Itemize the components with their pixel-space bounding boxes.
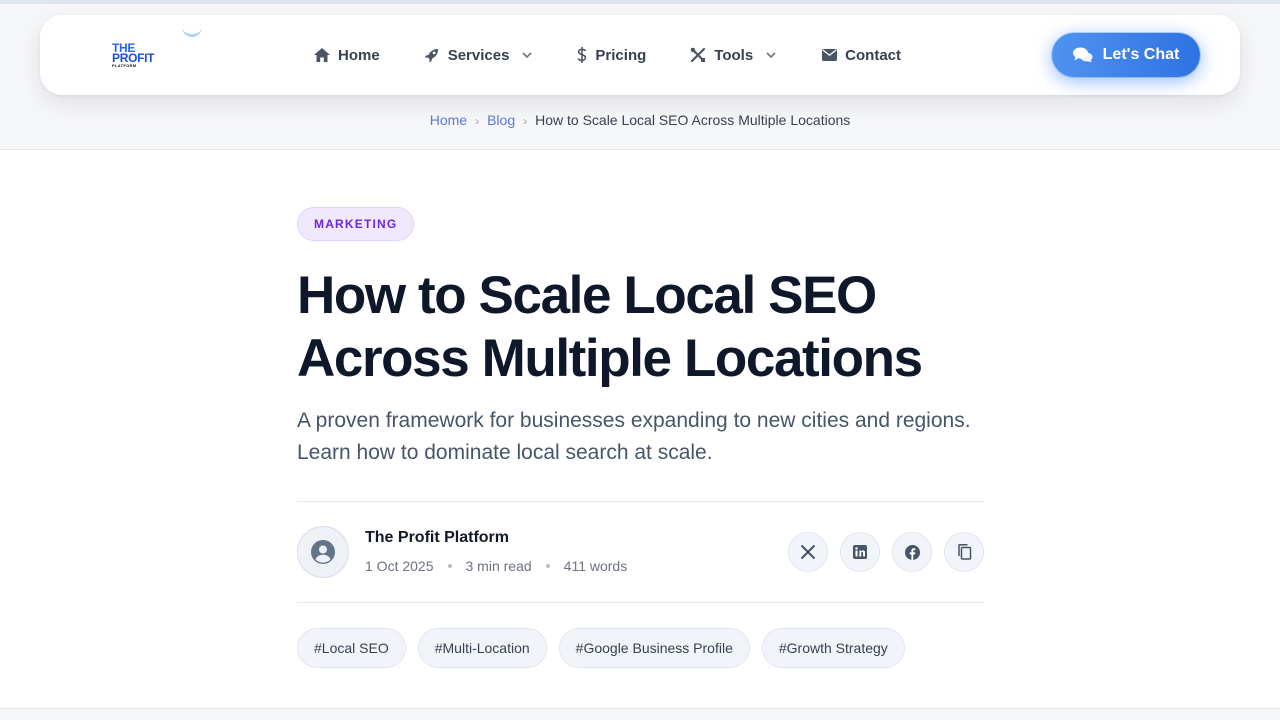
breadcrumb-current: How to Scale Local SEO Across Multiple L… [535, 112, 851, 128]
tag-multi-location[interactable]: #Multi-Location [417, 628, 547, 668]
lets-chat-label: Let's Chat [1102, 46, 1180, 63]
navbar: THE PROFIT PLATFORM Home Services Pricin… [40, 15, 1240, 95]
tag-list: #Local SEO #Multi-Location #Google Busin… [297, 628, 917, 668]
copy-icon [957, 544, 971, 560]
lets-chat-button[interactable]: Let's Chat [1052, 33, 1200, 77]
logo-decoration [182, 25, 202, 37]
tag-local-seo[interactable]: #Local SEO [297, 628, 406, 668]
meta-separator [447, 564, 452, 568]
nav-label-contact: Contact [845, 46, 902, 64]
chevron-down-icon [521, 49, 533, 61]
home-icon [314, 47, 330, 63]
author-row: The Profit Platform 1 Oct 2025 3 min rea… [297, 526, 984, 578]
x-icon [800, 544, 816, 560]
nav-label-pricing: Pricing [595, 46, 647, 64]
nav-label-services: Services [447, 46, 510, 64]
breadcrumb-blog[interactable]: Blog [487, 112, 515, 128]
article-subtitle: A proven framework for businesses expand… [297, 409, 971, 464]
nav-item-home[interactable]: Home [314, 47, 380, 64]
chat-bubbles-icon [1072, 47, 1093, 63]
word-count: 411 words [563, 558, 628, 574]
article-title: How to Scale Local SEO Across Multiple L… [297, 266, 923, 388]
share-x-button[interactable] [788, 532, 828, 572]
nav-item-pricing[interactable]: Pricing [577, 47, 646, 64]
nav-item-services[interactable]: Services [424, 47, 534, 64]
logo[interactable]: THE PROFIT PLATFORM [112, 42, 172, 71]
breadcrumb: Home › Blog › How to Scale Local SEO Across … [0, 112, 1280, 128]
linkedin-icon [853, 545, 867, 559]
publish-date: 1 Oct 2025 [365, 558, 434, 574]
logo-line-2: PROFIT [112, 51, 155, 65]
article-meta: 1 Oct 2025 3 min read 411 words [365, 558, 627, 574]
avatar [297, 526, 349, 578]
envelope-icon [821, 47, 837, 63]
share-buttons [776, 532, 984, 572]
author-name[interactable]: The Profit Platform [365, 529, 509, 547]
top-accent-line [0, 0, 1280, 4]
dollar-icon [577, 47, 587, 63]
chevron-down-icon [765, 49, 777, 61]
nav-label-home: Home [338, 46, 380, 64]
category-badge[interactable]: MARKETING [297, 207, 415, 241]
article-header-section: MARKETING How to Scale Local SEO Across … [0, 149, 1280, 709]
facebook-icon [904, 544, 920, 560]
nav-item-tools[interactable]: Tools [690, 47, 777, 64]
chevron-right-icon: › [475, 114, 480, 128]
tools-icon [690, 47, 706, 63]
nav-label-tools: Tools [714, 46, 754, 64]
chevron-right-icon: › [523, 114, 528, 128]
breadcrumb-home[interactable]: Home [430, 112, 467, 128]
share-linkedin-button[interactable] [840, 532, 880, 572]
rocket-icon [424, 47, 440, 63]
main-nav: Home Services Pricing Tools Contact [314, 15, 945, 95]
meta-separator [545, 564, 550, 568]
user-circle-icon [311, 540, 335, 564]
divider [297, 501, 984, 502]
divider [297, 602, 984, 603]
nav-item-contact[interactable]: Contact [821, 47, 901, 64]
read-time: 3 min read [465, 558, 532, 574]
tag-growth-strategy[interactable]: #Growth Strategy [761, 628, 905, 668]
copy-link-button[interactable] [944, 532, 984, 572]
share-facebook-button[interactable] [892, 532, 932, 572]
tag-google-business-profile[interactable]: #Google Business Profile [558, 628, 750, 668]
